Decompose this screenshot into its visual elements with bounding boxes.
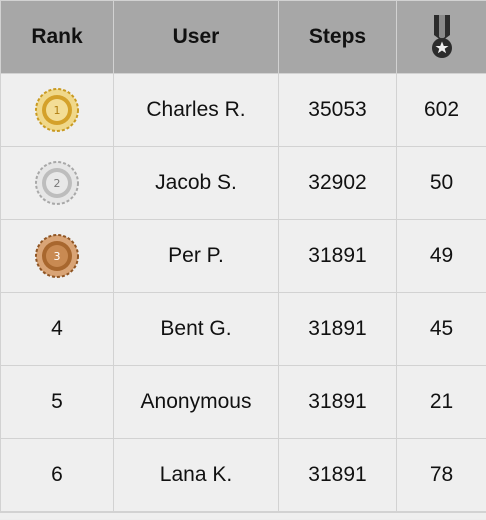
steps-cell: 31891: [278, 219, 397, 293]
military-medal-icon: [397, 15, 486, 59]
rank-column-header[interactable]: Rank: [0, 0, 114, 74]
gold-medal-icon: 1: [1, 88, 113, 132]
steps-cell: 31891: [278, 292, 397, 366]
steps-cell: 31891: [278, 365, 397, 439]
svg-text:3: 3: [54, 250, 61, 263]
bronze-medal-icon: 3: [1, 234, 113, 278]
silver-medal-icon: 2: [1, 161, 113, 205]
table-row[interactable]: 2 Jacob S. 32902 50: [0, 146, 486, 220]
rank-cell: 3: [0, 219, 114, 293]
user-cell: Jacob S.: [113, 146, 279, 220]
user-cell: Bent G.: [113, 292, 279, 366]
rank-cell: 4: [0, 292, 114, 366]
user-column-header[interactable]: User: [113, 0, 279, 74]
medals-cell: 50: [396, 146, 486, 220]
table-row[interactable]: 3 Per P. 31891 49: [0, 219, 486, 293]
steps-cell: 32902: [278, 146, 397, 220]
steps-cell: 31891: [278, 438, 397, 512]
steps-cell: 35053: [278, 73, 397, 147]
medals-cell: 45: [396, 292, 486, 366]
user-cell: Lana K.: [113, 438, 279, 512]
user-cell: Charles R.: [113, 73, 279, 147]
medals-cell: 78: [396, 438, 486, 512]
leaderboard-table: Rank User Steps 1 Charles R. 35053 602 2…: [0, 0, 486, 512]
rank-cell: 1: [0, 73, 114, 147]
rank-cell: 6: [0, 438, 114, 512]
table-bottom-edge: [0, 512, 486, 519]
user-cell: Per P.: [113, 219, 279, 293]
medals-column-header[interactable]: [396, 0, 486, 74]
table-row[interactable]: 5 Anonymous 31891 21: [0, 365, 486, 439]
steps-column-header[interactable]: Steps: [278, 0, 397, 74]
rank-cell: 2: [0, 146, 114, 220]
header-row: Rank User Steps: [0, 0, 486, 74]
svg-text:1: 1: [54, 104, 61, 117]
table-row[interactable]: 6 Lana K. 31891 78: [0, 438, 486, 512]
medals-cell: 602: [396, 73, 486, 147]
table-row[interactable]: 1 Charles R. 35053 602: [0, 73, 486, 147]
rank-cell: 5: [0, 365, 114, 439]
table-row[interactable]: 4 Bent G. 31891 45: [0, 292, 486, 366]
svg-text:2: 2: [54, 177, 61, 190]
user-cell: Anonymous: [113, 365, 279, 439]
medals-cell: 21: [396, 365, 486, 439]
medals-cell: 49: [396, 219, 486, 293]
